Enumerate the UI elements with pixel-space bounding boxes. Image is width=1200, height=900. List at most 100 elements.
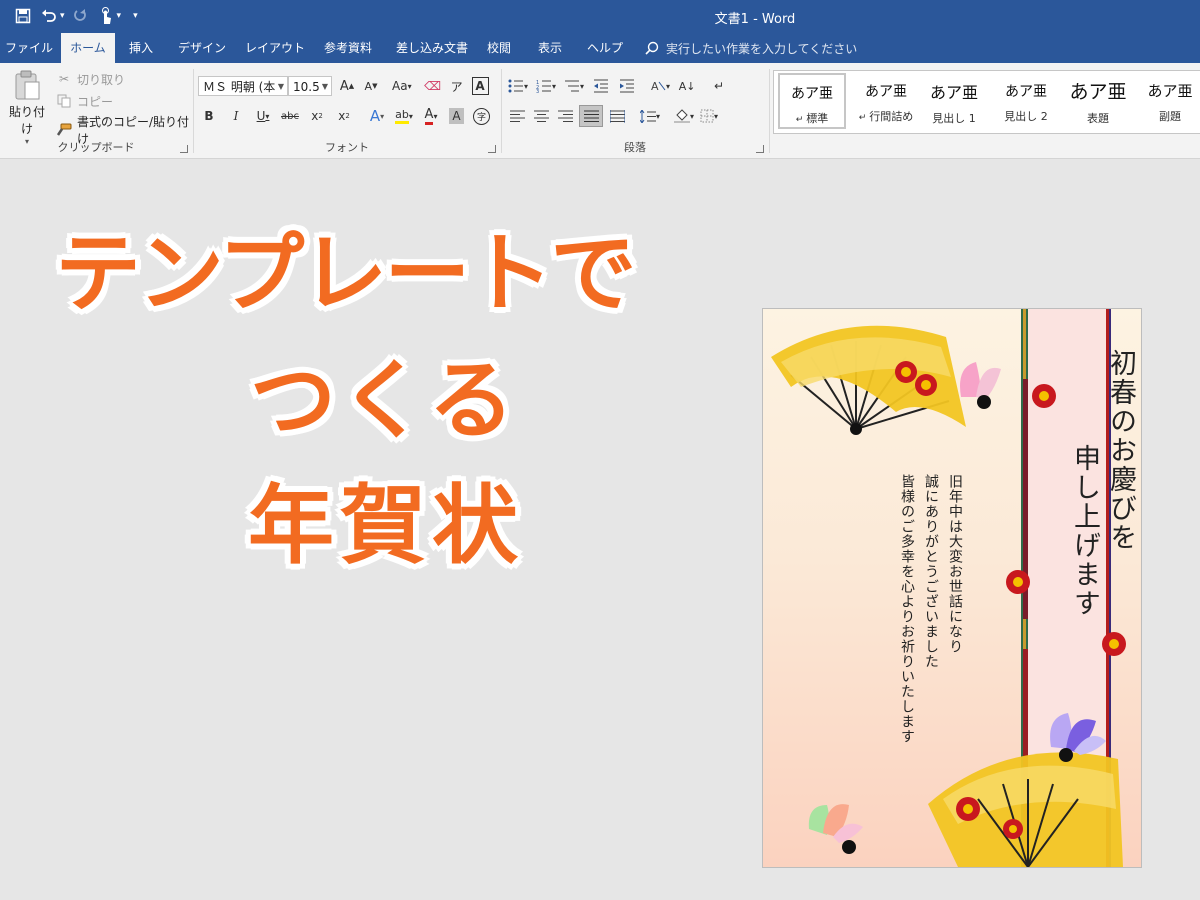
paragraph-group-label: 段落 <box>624 141 646 154</box>
shuttlecock-icon <box>960 362 1001 409</box>
paste-button[interactable]: 貼り付け ▾ <box>6 69 48 146</box>
align-left-icon[interactable] <box>508 106 526 126</box>
paragraph-row-2-tools: ▾ ▾ ▾ <box>508 105 718 127</box>
style-heading-1[interactable]: あア亜 見出し 1 <box>920 73 988 129</box>
align-right-icon[interactable] <box>556 106 574 126</box>
tell-me-box[interactable]: 実行したい作業を入力してください <box>645 33 857 63</box>
plum-blossom-icon <box>1102 632 1126 656</box>
clipboard-launcher-icon[interactable] <box>180 145 188 153</box>
style-name: ↵ 行間詰め <box>848 108 924 124</box>
subscript-icon[interactable]: x2 <box>308 106 326 126</box>
headline-line-1: テンプレートで <box>55 224 636 324</box>
golden-fan-icon <box>771 325 966 435</box>
show-marks-icon[interactable]: ↵ <box>710 76 728 96</box>
paragraph-mark-icon: ↵ <box>795 115 807 125</box>
cut-label: 切り取り <box>77 72 126 87</box>
tab-design[interactable]: デザイン <box>170 33 234 63</box>
style-preview: あア亜 <box>791 86 833 102</box>
style-subtitle[interactable]: あア亜 副題 <box>1136 73 1200 129</box>
enclose-characters-icon[interactable]: 字 <box>473 107 490 125</box>
underline-icon[interactable]: U ▾ <box>254 106 272 126</box>
tab-help[interactable]: ヘルプ <box>580 33 630 63</box>
font-launcher-icon[interactable] <box>488 145 496 153</box>
font-name-combo[interactable]: ＭＳ 明朝 (本 ▼ <box>198 76 288 96</box>
new-year-card-image: 初春のお慶びを 申し上げます 旧年中は大変お世話になり 誠にありがとうございまし… <box>762 308 1142 868</box>
superscript-icon[interactable]: x2 <box>335 106 353 126</box>
clipboard-group-label: クリップボード <box>57 141 135 154</box>
shading-icon[interactable]: ▾ <box>674 106 694 126</box>
tab-home[interactable]: ホーム <box>61 33 115 63</box>
align-center-icon[interactable] <box>532 106 550 126</box>
multilevel-list-icon[interactable]: ▾ <box>564 76 584 96</box>
style-preview: あア亜 <box>1147 82 1193 100</box>
numbering-icon[interactable]: 1 2 3 ▾ <box>536 76 556 96</box>
font-color-icon[interactable]: A ▾ <box>422 106 440 126</box>
paste-label: 貼り付け <box>8 105 45 136</box>
increase-indent-icon[interactable] <box>618 76 636 96</box>
shuttlecock-icon <box>808 804 863 854</box>
search-icon <box>645 41 659 55</box>
card-message-line-3: 皆様のご多幸を心よりお祈りいたします <box>899 474 915 744</box>
style-heading-2[interactable]: あア亜 見出し 2 <box>992 73 1060 129</box>
character-border-icon[interactable]: A <box>471 77 489 95</box>
card-message-line-1: 旧年中は大変お世話になり <box>947 474 963 654</box>
svg-text:3: 3 <box>536 89 539 93</box>
justify-icon[interactable] <box>579 105 603 127</box>
style-normal[interactable]: あア亜 ↵ 標準 <box>778 73 846 129</box>
tab-references[interactable]: 参考資料 <box>312 33 384 63</box>
paragraph-mark-icon: ↵ <box>858 113 870 123</box>
shrink-font-icon[interactable]: A ▼ <box>362 76 380 96</box>
copy-button[interactable]: コピー <box>55 91 113 111</box>
cut-button[interactable]: ✂ 切り取り <box>55 69 125 89</box>
style-no-spacing[interactable]: あア亜 ↵ 行間詰め <box>848 73 924 129</box>
tab-insert[interactable]: 挿入 <box>118 33 164 63</box>
styles-gallery: あア亜 ↵ 標準 あア亜 ↵ 行間詰め あア亜 見出し 1 あア亜 見出し 2 … <box>773 70 1200 134</box>
asian-layout-icon[interactable]: A ▾ <box>650 76 670 96</box>
tab-file[interactable]: ファイル <box>0 33 58 63</box>
paragraph-row-1-tools: ▾ 1 2 3 ▾ ▾ A ▾ A↓ ↵ <box>508 76 728 96</box>
style-preview: あア亜 <box>929 83 978 102</box>
line-spacing-icon[interactable]: ▾ <box>640 106 660 126</box>
grow-font-icon[interactable]: A ▲ <box>338 76 356 96</box>
highlight-icon[interactable]: ab ▾ <box>395 106 413 126</box>
font-name-value: ＭＳ 明朝 (本 <box>203 80 276 94</box>
tab-layout[interactable]: レイアウト <box>238 33 312 63</box>
strikethrough-icon[interactable]: abc <box>281 106 299 126</box>
tab-view[interactable]: 表示 <box>528 33 572 63</box>
copy-icon <box>55 91 73 111</box>
document-title: 文書1 - Word <box>714 12 796 27</box>
paragraph-launcher-icon[interactable] <box>756 145 764 153</box>
tab-mailings[interactable]: 差し込み文書 <box>384 33 480 63</box>
sort-icon[interactable]: A↓ <box>678 76 696 96</box>
change-case-icon[interactable]: Aa ▾ <box>392 76 412 96</box>
font-row-2-tools: B I U ▾ abc x2 x2 A ▾ ab ▾ A ▾ A 字 <box>200 106 490 126</box>
paintbrush-icon <box>55 120 73 140</box>
decrease-indent-icon[interactable] <box>592 76 610 96</box>
borders-icon[interactable]: ▾ <box>700 106 718 126</box>
chevron-down-icon: ▼ <box>277 82 284 91</box>
shuttlecock-icon <box>1050 713 1106 762</box>
text-effects-icon[interactable]: A ▾ <box>368 106 386 126</box>
bullets-icon[interactable]: ▾ <box>508 76 528 96</box>
style-name: ↵ 標準 <box>780 110 844 126</box>
style-preview: あア亜 <box>1005 84 1047 100</box>
paste-icon <box>15 70 40 100</box>
card-message-line-2: 誠にありがとうございました <box>923 474 939 669</box>
clear-formatting-icon[interactable]: ⌫ <box>424 76 442 96</box>
tab-review[interactable]: 校閲 <box>480 33 518 63</box>
plum-blossom-icon <box>1032 384 1056 408</box>
bold-icon[interactable]: B <box>200 106 218 126</box>
character-shading-icon[interactable]: A <box>449 108 464 124</box>
copy-label: コピー <box>77 94 114 109</box>
style-title[interactable]: あア亜 表題 <box>1064 73 1132 129</box>
headline-line-2: つくる <box>250 351 519 451</box>
font-size-combo[interactable]: 10.5 ▼ <box>288 76 332 96</box>
italic-icon[interactable]: I <box>227 106 245 126</box>
chevron-down-icon: ▼ <box>321 82 328 91</box>
distributed-icon[interactable] <box>608 106 626 126</box>
style-label: 標準 <box>806 112 829 125</box>
paragraph-group: ▾ 1 2 3 ▾ ▾ A ▾ A↓ ↵ ▾ ▾ ▾ 段落 <box>502 63 768 158</box>
svg-text:A: A <box>651 80 659 93</box>
card-title-line-1: 初春のお慶びを <box>1105 349 1136 552</box>
phonetic-guide-icon[interactable]: ア <box>448 76 466 96</box>
